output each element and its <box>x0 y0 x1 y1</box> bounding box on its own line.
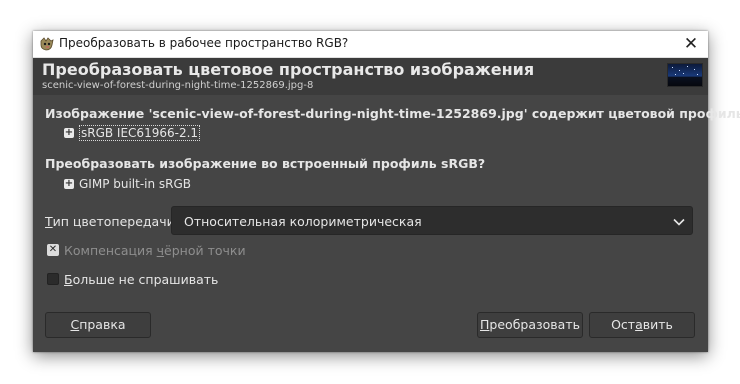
gimp-icon <box>39 36 55 52</box>
image-thumbnail <box>667 63 703 87</box>
convert-button-label: реобразовать <box>489 317 580 332</box>
dialog-heading: Преобразовать цветовое пространство изоб… <box>42 60 535 79</box>
dont-ask-again-label: Больше не спрашивать <box>64 272 218 287</box>
checkbox-box <box>47 273 59 285</box>
dont-ask-again-checkbox[interactable]: Больше не спрашивать <box>47 271 218 287</box>
rendering-intent-label: Тип цветопередачи: <box>45 214 179 229</box>
profile-message: Изображение 'scenic-view-of-forest-durin… <box>45 106 740 121</box>
help-button[interactable]: Справка <box>45 312 151 338</box>
window-title: Преобразовать в рабочее пространство RGB… <box>59 36 349 50</box>
rendering-intent-mnemonic: Т <box>45 214 53 229</box>
rendering-intent-select[interactable]: Относительная колориметрическая <box>171 206 693 235</box>
checkmark-x-icon: ✕ <box>47 244 59 256</box>
profile-bullet-icon: + <box>64 127 74 138</box>
rendering-intent-label-text: ип цветопередачи: <box>52 214 179 229</box>
keep-button-label-end: вить <box>642 317 673 332</box>
help-button-mnemonic: С <box>70 317 80 332</box>
convert-color-profile-dialog: Преобразовать в рабочее пространство RGB… <box>33 31 740 352</box>
keep-button[interactable]: Оставить <box>589 312 695 338</box>
dialog-header: Преобразовать цветовое пространство изоб… <box>33 58 708 95</box>
convert-button-mnemonic: П <box>480 317 490 332</box>
chevron-down-icon <box>672 214 686 228</box>
embedded-profile-row: + sRGB IEC61966-2.1 <box>64 125 201 141</box>
black-point-compensation-label: Компенсация чёрной точки <box>64 243 246 258</box>
help-button-label: правка <box>79 317 126 332</box>
embedded-profile-name: sRGB IEC61966-2.1 <box>79 125 201 141</box>
black-point-label-end: ёрной точки <box>164 242 246 258</box>
builtin-profile-name: GIMP built-in sRGB <box>79 177 192 191</box>
rendering-intent-value: Относительная колориметрическая <box>184 214 422 229</box>
black-point-label-mnemonic: ч <box>156 242 165 258</box>
dont-ask-label-mnemonic: Б <box>64 271 73 287</box>
black-point-compensation-checkbox[interactable]: ✕ Компенсация чёрной точки <box>47 242 246 258</box>
builtin-profile-row: + GIMP built-in sRGB <box>64 176 191 192</box>
convert-button[interactable]: Преобразовать <box>477 312 583 338</box>
black-point-label-start: Компенсация <box>64 242 157 258</box>
keep-button-mnemonic: а <box>635 317 643 332</box>
keep-button-label-start: Ост <box>611 317 636 332</box>
profile-bullet-icon: + <box>64 178 74 189</box>
image-name-subtitle: scenic-view-of-forest-during-night-time-… <box>42 80 314 91</box>
convert-question: Преобразовать изображение во встроенный … <box>45 156 486 171</box>
close-icon[interactable]: ✕ <box>676 31 706 57</box>
window-titlebar[interactable]: Преобразовать в рабочее пространство RGB… <box>33 31 708 58</box>
dont-ask-label-text: ольше не спрашивать <box>72 271 219 287</box>
